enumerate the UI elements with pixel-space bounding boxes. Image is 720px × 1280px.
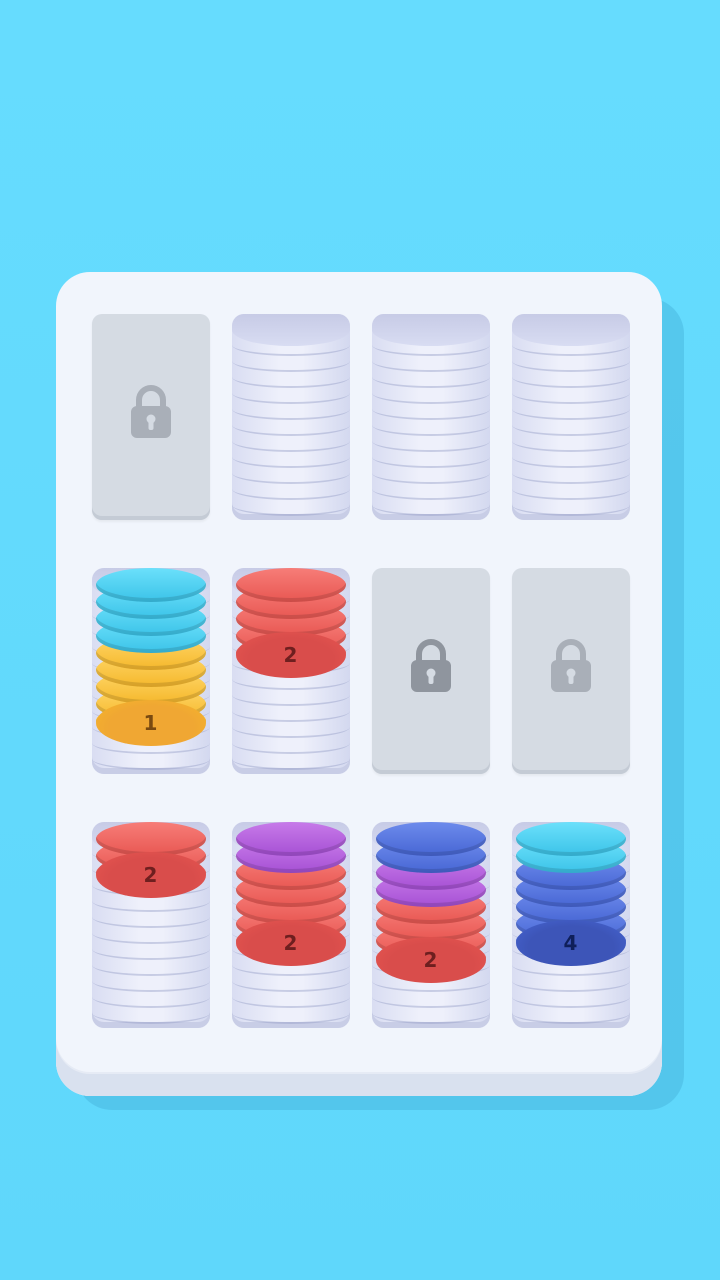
- tube-stack[interactable]: 2: [232, 568, 350, 774]
- tube-ring: [92, 748, 210, 770]
- tube-stack[interactable]: 2: [92, 822, 210, 1028]
- locked-slot[interactable]: [92, 314, 210, 520]
- tube-ring: [232, 748, 350, 770]
- tube-ring: [512, 1002, 630, 1024]
- purple-disc: [236, 822, 346, 856]
- tube-ring: [372, 1002, 490, 1024]
- stack-count-disc: 2: [236, 632, 346, 678]
- tube-ring: [512, 494, 630, 516]
- empty-tube[interactable]: [372, 314, 490, 520]
- tube-ring: [232, 1002, 350, 1024]
- stack-count-disc: 2: [96, 852, 206, 898]
- stack-count-label: 2: [143, 863, 159, 887]
- locked-slot[interactable]: [372, 568, 490, 774]
- cyan-disc: [96, 568, 206, 602]
- stack-count-disc: 2: [376, 937, 486, 983]
- red-disc: [96, 822, 206, 856]
- stack-count-disc: 2: [236, 920, 346, 966]
- locked-slot[interactable]: [512, 568, 630, 774]
- stack-count-label: 2: [283, 643, 299, 667]
- empty-tube[interactable]: [232, 314, 350, 520]
- stack-count-label: 1: [143, 711, 159, 735]
- tube-stack[interactable]: 4: [512, 822, 630, 1028]
- tube-stack[interactable]: 1: [92, 568, 210, 774]
- tube-stack[interactable]: 2: [372, 822, 490, 1028]
- tube-ring: [372, 494, 490, 516]
- lock-icon: [551, 639, 591, 692]
- stack-count-label: 2: [423, 948, 439, 972]
- tube-stack[interactable]: 2: [232, 822, 350, 1028]
- tube-ring: [92, 1002, 210, 1024]
- cyan-disc: [516, 822, 626, 856]
- stack-count-disc: 4: [516, 920, 626, 966]
- tube-ring: [232, 494, 350, 516]
- lock-icon: [411, 639, 451, 692]
- blue-disc: [376, 822, 486, 856]
- stack-count-label: 2: [283, 931, 299, 955]
- lock-icon: [131, 385, 171, 438]
- stack-count-label: 4: [563, 931, 579, 955]
- stack-count-disc: 1: [96, 700, 206, 746]
- red-disc: [236, 568, 346, 602]
- empty-tube[interactable]: [512, 314, 630, 520]
